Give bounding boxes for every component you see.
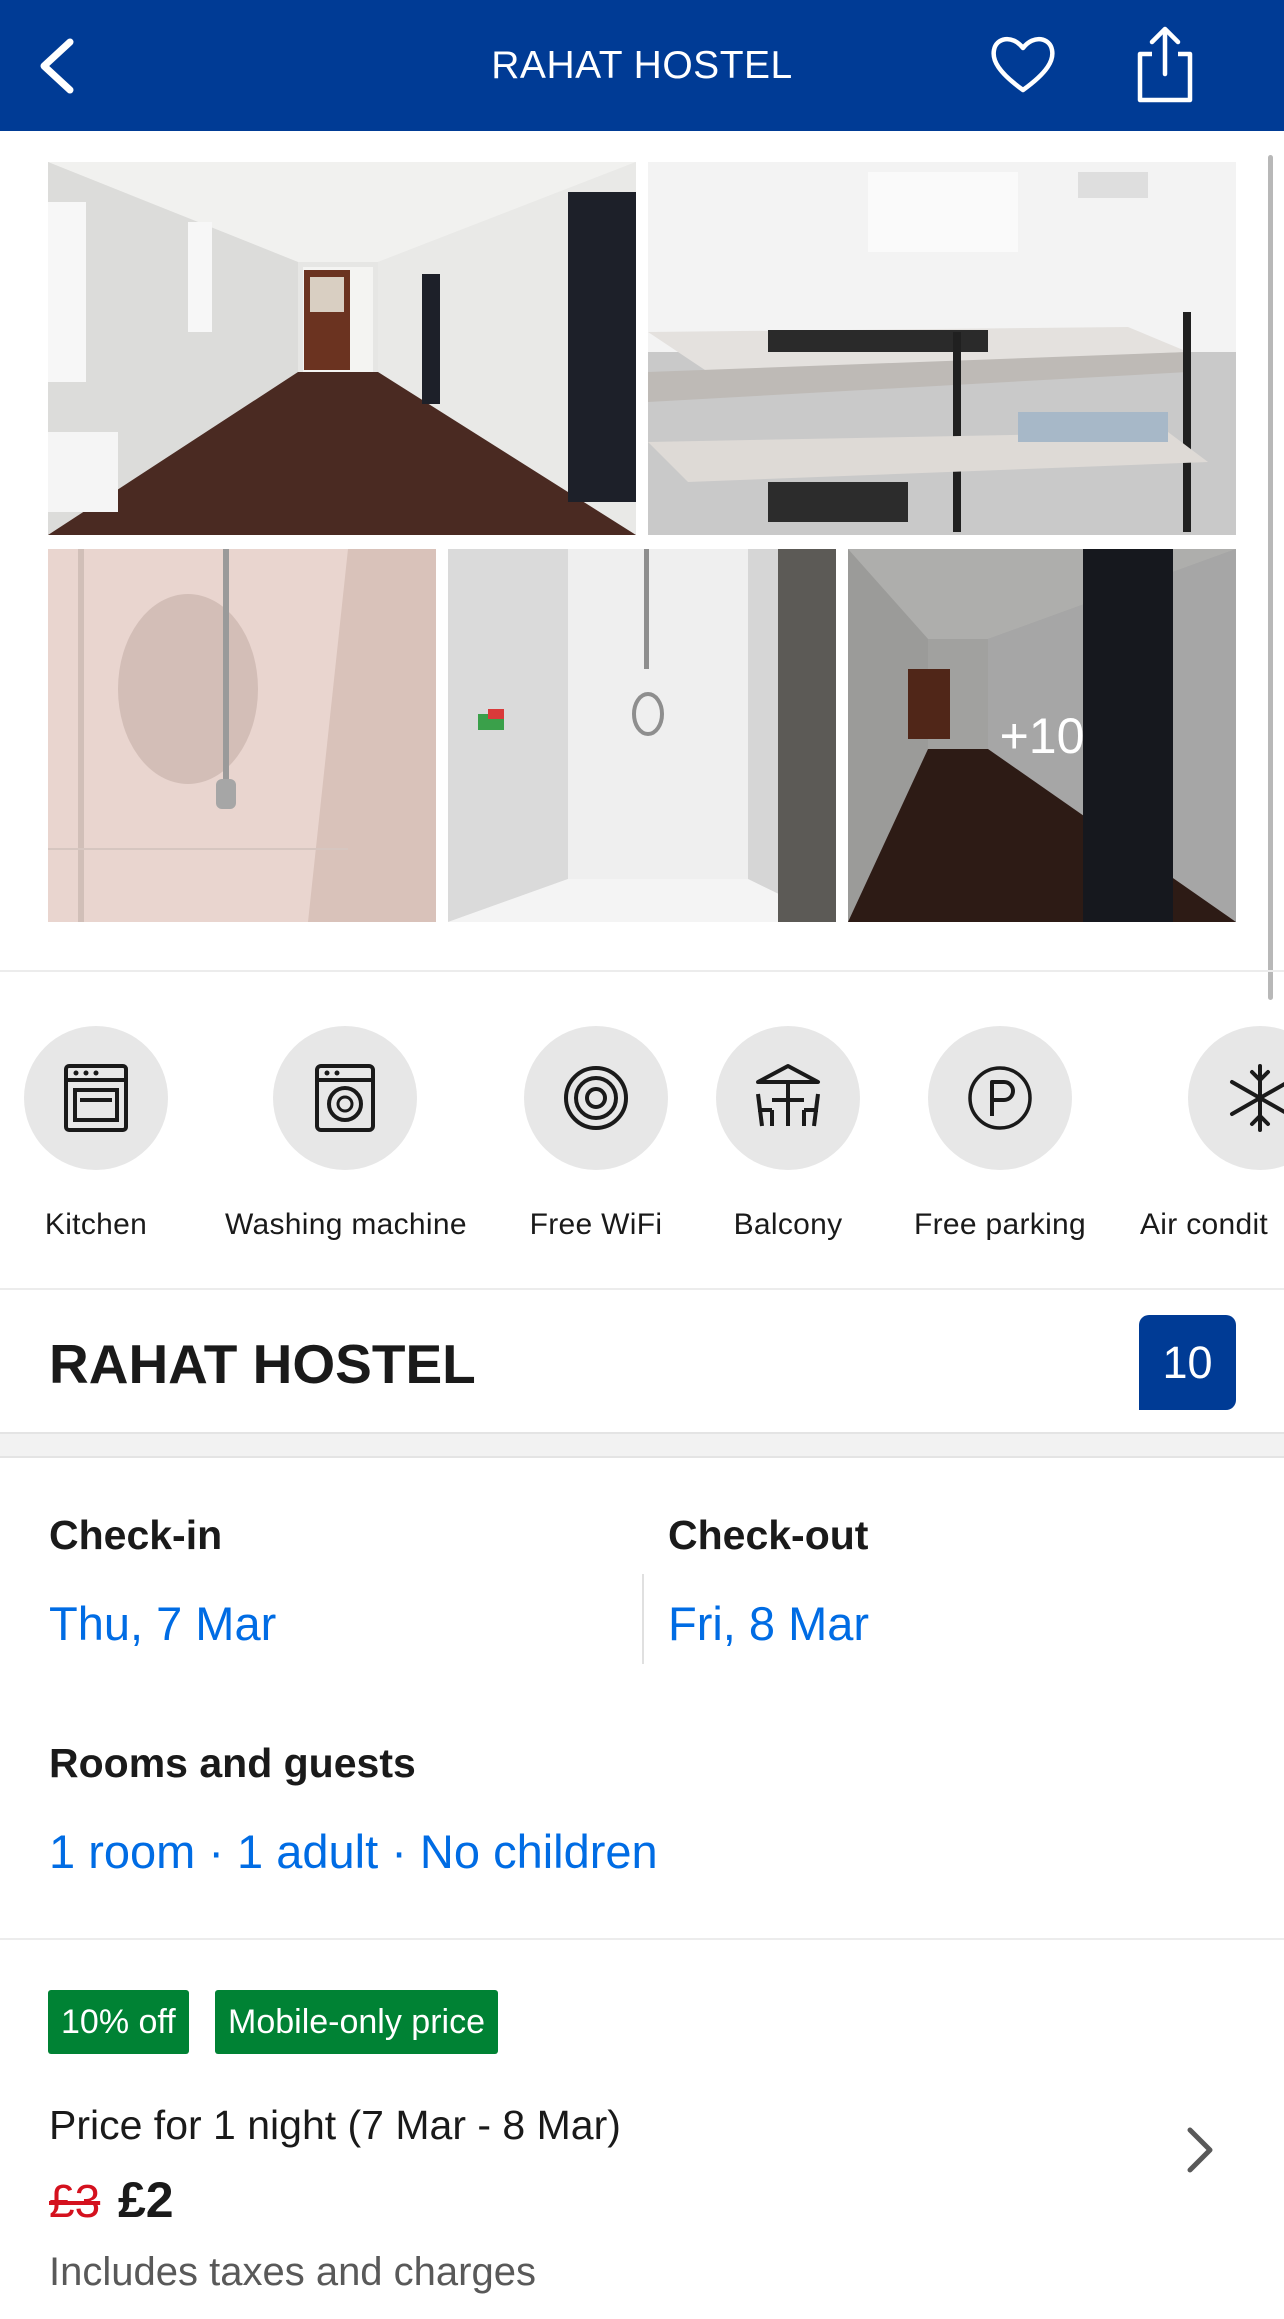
checkin-label: Check-in [49, 1512, 223, 1558]
checkout-label: Check-out [668, 1512, 869, 1558]
property-name: RAHAT HOSTEL [49, 1333, 476, 1395]
facility-label: Air condit [1140, 1208, 1269, 1241]
facility-free-parking[interactable]: Free parking [900, 1026, 1100, 1242]
header-title: RAHAT HOSTEL [491, 44, 793, 87]
facility-free-wifi[interactable]: Free WiFi [520, 1026, 672, 1242]
price-section[interactable]: 10% off Mobile-only price Price for 1 ni… [0, 1940, 1284, 2319]
photo-shower[interactable] [48, 549, 436, 922]
section-separator [0, 1432, 1284, 1458]
parking-icon [968, 1066, 1032, 1130]
original-price: £3 [49, 2175, 101, 2227]
balcony-table-icon [756, 1064, 820, 1127]
checkin-date[interactable]: Thu, 7 Mar [49, 1596, 276, 1651]
facility-label: Washing machine [225, 1208, 467, 1241]
share-icon[interactable] [1130, 24, 1200, 106]
price-description: Price for 1 night (7 Mar - 8 Mar) [49, 2102, 621, 2148]
rooms-guests-value[interactable]: 1 room · 1 adult · No children [49, 1824, 658, 1879]
wifi-at-icon [564, 1066, 628, 1130]
facility-kitchen[interactable]: Kitchen [24, 1026, 168, 1242]
more-photos-count: +10 [999, 707, 1085, 764]
oven-icon [64, 1064, 128, 1132]
snowflake-icon [1230, 1064, 1284, 1132]
facility-label: Balcony [733, 1208, 843, 1241]
facility-label: Kitchen [44, 1208, 148, 1241]
photo-hallway[interactable] [48, 162, 636, 535]
discount-badge: 10% off [48, 1990, 189, 2054]
facility-label: Free WiFi [529, 1208, 663, 1241]
vertical-scrollbar[interactable] [1268, 155, 1273, 1000]
property-header: RAHAT HOSTEL 10 [0, 1290, 1284, 1432]
facility-label: Free parking [913, 1208, 1086, 1241]
photo-tiled-shower[interactable] [448, 549, 836, 922]
date-separator [642, 1574, 644, 1664]
heart-icon[interactable] [988, 30, 1058, 100]
checkout-date[interactable]: Fri, 8 Mar [668, 1596, 869, 1651]
divider [0, 970, 1284, 972]
current-price: £2 [118, 2172, 174, 2228]
photo-more[interactable]: +10 [848, 549, 1236, 922]
top-navigation-bar: RAHAT HOSTEL [0, 0, 1284, 131]
photo-bunk-beds[interactable] [648, 162, 1236, 535]
facilities-strip[interactable]: Kitchen Washing machine Free WiFi Balcon… [0, 1010, 1284, 1290]
chevron-right-icon[interactable] [1180, 2120, 1220, 2180]
facility-washing-machine[interactable]: Washing machine [225, 1026, 467, 1242]
review-score-badge[interactable]: 10 [1139, 1315, 1236, 1410]
stay-details: Check-in Thu, 7 Mar Check-out Fri, 8 Mar… [0, 1458, 1284, 1938]
taxes-note: Includes taxes and charges [49, 2250, 536, 2294]
rooms-guests-label: Rooms and guests [49, 1740, 416, 1786]
facility-balcony[interactable]: Balcony [716, 1026, 860, 1242]
facility-air-conditioning[interactable]: Air condit [1140, 1026, 1284, 1242]
photo-gallery: +10 [0, 131, 1284, 971]
washing-machine-icon [315, 1064, 375, 1132]
mobile-price-badge: Mobile-only price [215, 1990, 498, 2054]
